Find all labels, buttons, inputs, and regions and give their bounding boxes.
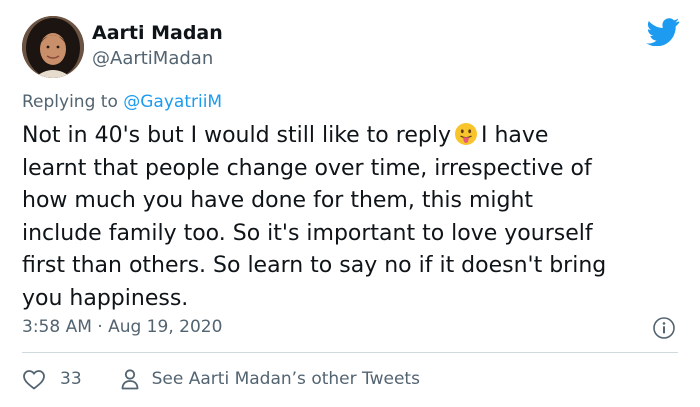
face-with-tongue-emoji <box>454 122 478 146</box>
like-button[interactable]: 33 <box>22 368 82 390</box>
twitter-bird-icon[interactable] <box>646 18 680 47</box>
replying-prefix: Replying to <box>22 92 124 112</box>
author-handle[interactable]: @AartiMadan <box>92 47 213 71</box>
divider <box>22 352 678 353</box>
reply-mention-link[interactable]: @GayatriiM <box>123 92 222 112</box>
avatar[interactable] <box>22 16 84 78</box>
like-count: 33 <box>60 369 82 389</box>
info-icon[interactable] <box>652 316 676 340</box>
tweet-actions: 33 See Aarti Madan’s other Tweets <box>22 366 420 392</box>
tweet-text: Not in 40's but I would still like to re… <box>22 120 682 315</box>
heart-icon <box>23 370 45 390</box>
tweet-timestamp[interactable]: 3:58 AM · Aug 19, 2020 <box>22 315 222 339</box>
tweet-card: Aarti Madan @AartiMadan Replying to @Gay… <box>0 0 700 407</box>
see-other-tweets-label: See Aarti Madan’s other Tweets <box>151 369 420 389</box>
tweet-text-part1: Not in 40's but I would still like to re… <box>22 123 451 148</box>
see-other-tweets-link[interactable]: See Aarti Madan’s other Tweets <box>120 368 420 390</box>
tweet-text-part2: I have learnt that people change over ti… <box>22 123 607 311</box>
replying-to: Replying to @GayatriiM <box>22 90 222 114</box>
author-name[interactable]: Aarti Madan <box>92 21 223 45</box>
person-icon <box>121 369 139 390</box>
